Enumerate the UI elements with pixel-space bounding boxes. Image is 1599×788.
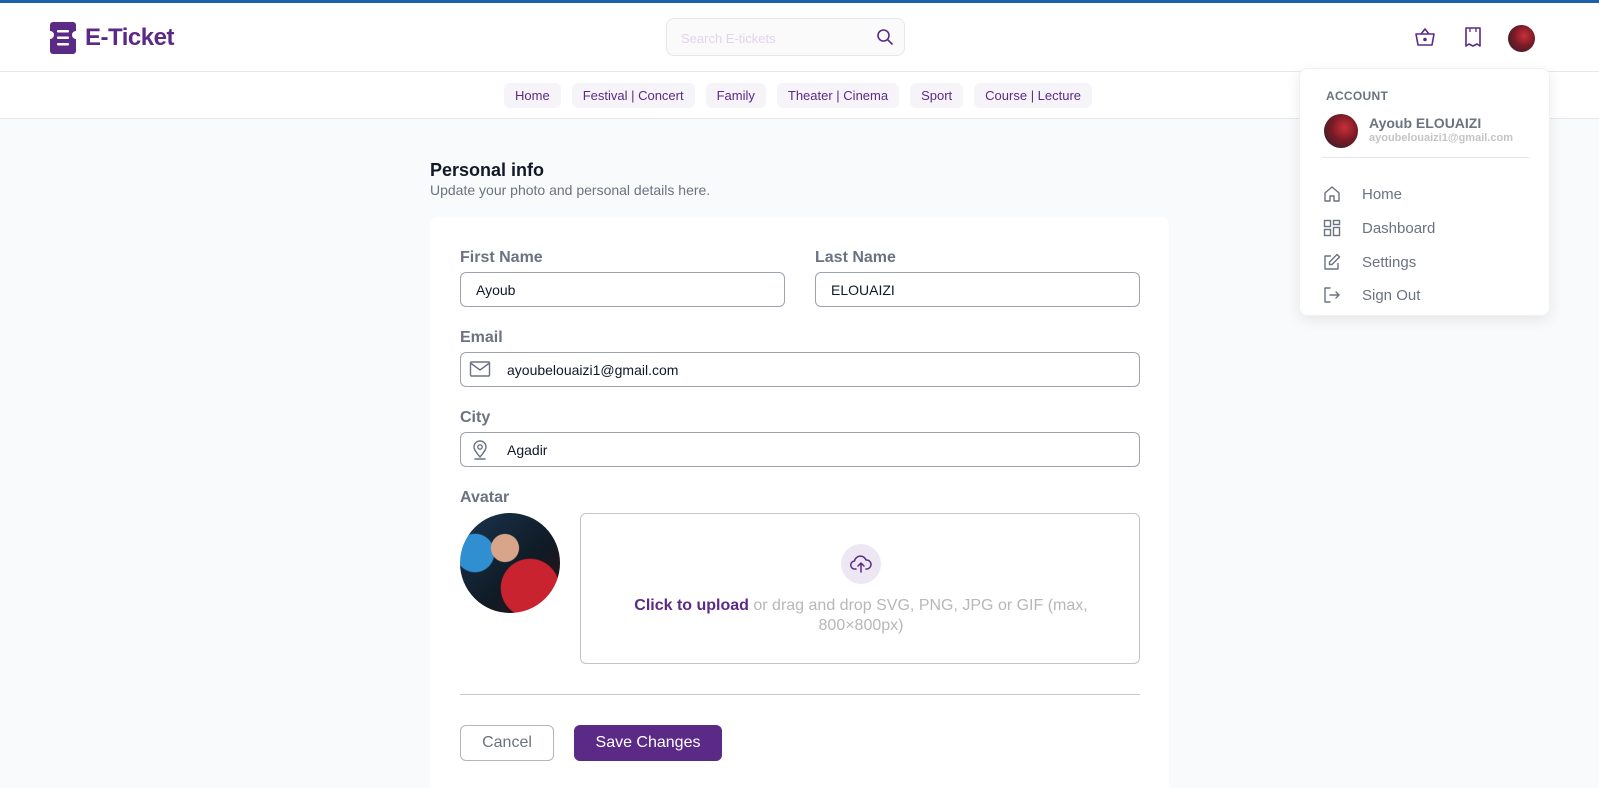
last-name-label: Last Name (815, 249, 896, 266)
avatar-label: Avatar (460, 489, 510, 506)
location-pin-icon (471, 440, 489, 465)
dropdown-item-label: Sign Out (1362, 286, 1421, 304)
dropdown-item-label: Settings (1362, 253, 1417, 271)
logout-icon (1322, 285, 1342, 305)
click-to-upload-link[interactable]: Click to upload (634, 597, 749, 614)
logo[interactable]: E-Ticket (50, 22, 174, 54)
nav-item-sport[interactable]: Sport (910, 83, 964, 108)
first-name-label: First Name (460, 249, 543, 266)
nav-list: Home Festival | Concert Family Theater |… (504, 83, 1103, 108)
form-divider (460, 694, 1140, 695)
dropdown-item-dashboard[interactable]: Dashboard (1322, 216, 1435, 240)
account-dropdown: ACCOUNT Ayoub ELOUAIZI ayoubelouaizi1@gm… (1299, 68, 1550, 316)
dropdown-item-settings[interactable]: Settings (1322, 250, 1416, 274)
last-name-field[interactable] (815, 272, 1140, 307)
city-label: City (460, 409, 491, 426)
email-label: Email (460, 329, 503, 346)
basket-icon[interactable] (1414, 26, 1436, 53)
page-title: Personal info (430, 160, 545, 180)
ticket-icon[interactable] (1463, 26, 1483, 53)
dropdown-item-label: Dashboard (1362, 219, 1436, 237)
avatar-preview (460, 513, 560, 613)
city-input[interactable] (507, 439, 1107, 461)
page-subtitle: Update your photo and personal details h… (430, 182, 711, 198)
save-changes-button[interactable]: Save Changes (574, 725, 722, 761)
dashboard-icon (1322, 218, 1342, 238)
first-name-input[interactable] (476, 279, 766, 301)
last-name-input[interactable] (831, 279, 1121, 301)
dropdown-item-sign-out[interactable]: Sign Out (1322, 283, 1420, 307)
ticket-logo-icon (50, 22, 76, 54)
dropdown-user-name: Ayoub ELOUAIZI (1369, 115, 1482, 131)
avatar-upload-dropzone[interactable]: Click to upload or drag and drop SVG, PN… (580, 513, 1140, 664)
email-input[interactable] (507, 359, 1107, 381)
nav-item-festival-concert[interactable]: Festival | Concert (571, 83, 695, 108)
dropdown-separator (1322, 157, 1529, 158)
dropdown-item-home[interactable]: Home (1322, 182, 1402, 206)
home-icon (1322, 184, 1342, 204)
personal-info-card: First Name Last Name Email City Avatar (430, 217, 1169, 788)
dropdown-avatar (1324, 114, 1358, 148)
header: E-Ticket (0, 3, 1599, 72)
search-input[interactable] (681, 27, 861, 49)
first-name-field[interactable] (460, 272, 785, 307)
cloud-upload-icon (841, 544, 881, 584)
city-field[interactable] (460, 432, 1140, 467)
logo-text: E-Ticket (85, 24, 174, 51)
dropdown-user-email: ayoubelouaizi1@gmail.com (1369, 132, 1513, 144)
email-field[interactable] (460, 352, 1140, 387)
user-avatar[interactable] (1508, 25, 1535, 52)
upload-instructions: Click to upload or drag and drop SVG, PN… (611, 596, 1111, 636)
upload-hint: or drag and drop SVG, PNG, JPG or GIF (m… (748, 597, 1088, 634)
dropdown-heading: ACCOUNT (1326, 89, 1389, 103)
nav-item-theater-cinema[interactable]: Theater | Cinema (776, 83, 900, 108)
mail-icon (469, 360, 491, 383)
search-icon[interactable] (876, 28, 894, 51)
cancel-button[interactable]: Cancel (460, 725, 554, 761)
edit-icon (1322, 252, 1342, 272)
nav-item-family[interactable]: Family (705, 83, 766, 108)
nav-item-home[interactable]: Home (504, 83, 561, 108)
nav-item-course-lecture[interactable]: Course | Lecture (974, 83, 1093, 108)
dropdown-item-label: Home (1362, 185, 1403, 203)
search-box[interactable] (666, 18, 905, 56)
